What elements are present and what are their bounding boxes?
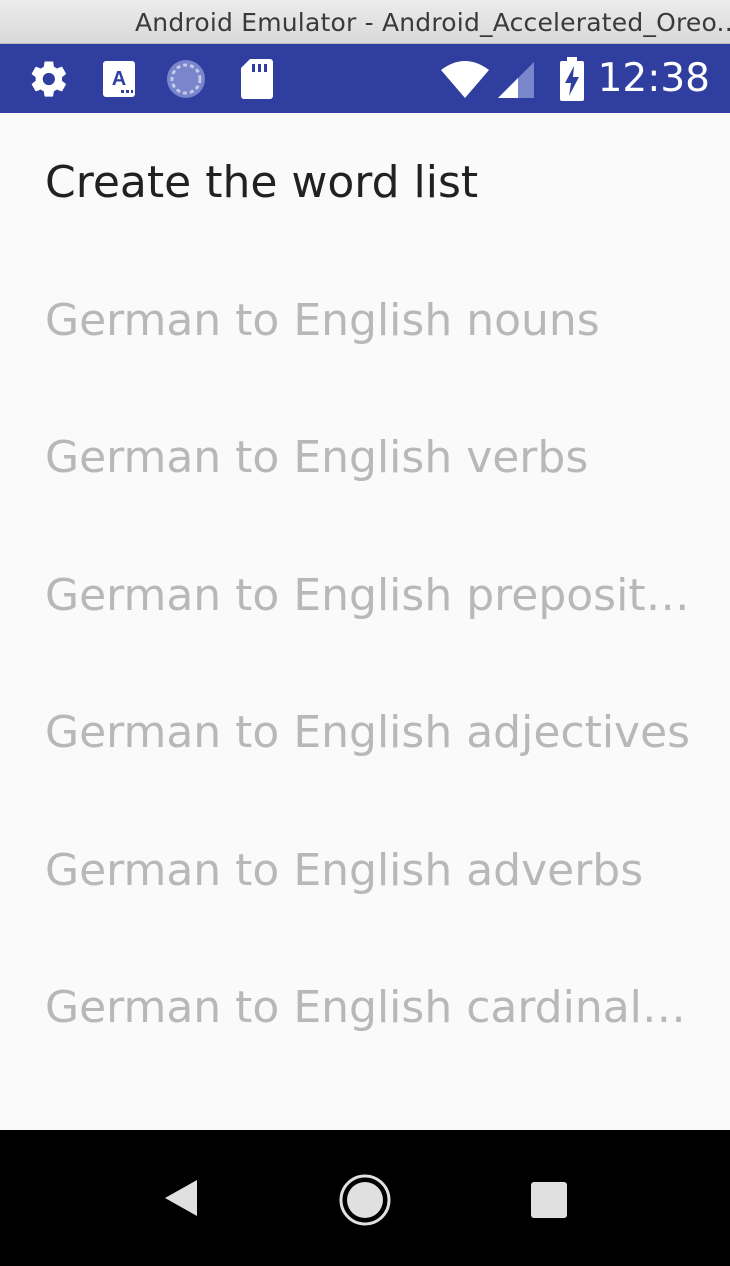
status-clock: 12:38 [597, 56, 710, 101]
svg-text:A: A [112, 68, 126, 90]
list-item[interactable]: German to English prepositions [45, 570, 695, 621]
gear-icon [31, 61, 66, 97]
sync-circle-icon [167, 60, 205, 98]
window-title: Android Emulator - Android_Accelerated_O… [135, 8, 730, 37]
sd-card-icon [241, 59, 273, 99]
keyboard-a-icon: A [103, 61, 135, 97]
list-item[interactable]: German to English adjectives [45, 707, 695, 758]
list-item[interactable]: German to English verbs [45, 432, 695, 483]
signal-icon [498, 62, 534, 98]
battery-charging-icon [560, 57, 584, 101]
status-bar: A 12:38 [0, 44, 730, 113]
page-title: Create the word list [45, 157, 479, 208]
emulator-title-bar: Android Emulator - Android_Accelerated_O… [0, 0, 730, 44]
home-icon[interactable] [338, 1173, 392, 1227]
list-item[interactable]: German to English adverbs [45, 845, 695, 896]
navigation-bar [0, 1130, 730, 1266]
wifi-icon [441, 61, 489, 98]
back-icon[interactable] [163, 1178, 199, 1218]
recents-icon[interactable] [530, 1181, 568, 1219]
list-item[interactable]: German to English nouns [45, 295, 695, 346]
word-list-screen: Create the word list German to English n… [0, 113, 730, 1130]
list-item[interactable]: German to English cardinal nu.. [45, 982, 695, 1033]
